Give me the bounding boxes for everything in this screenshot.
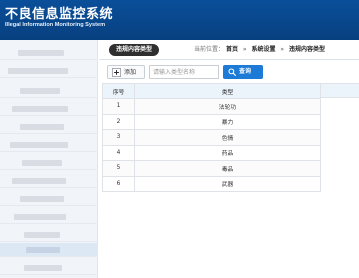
add-icon [112, 68, 121, 77]
table-row[interactable]: 1 法轮功 [102, 98, 321, 115]
sidebar-item[interactable] [0, 46, 98, 60]
sidebar-item-active[interactable] [0, 243, 98, 257]
cell-no: 5 [102, 160, 135, 177]
search-icon [228, 68, 236, 76]
cell-type: 武器 [134, 175, 321, 192]
app-title: 不良信息监控系统 [5, 7, 114, 22]
add-button[interactable]: 添加 [107, 65, 145, 79]
sidebar-item[interactable] [0, 210, 98, 224]
app-header: 不良信息监控系统 Illegal Information Monitoring … [0, 0, 359, 40]
table-row[interactable]: 3 色情 [102, 129, 321, 146]
table-header-extension [321, 83, 359, 98]
breadcrumb-item-home[interactable]: 首页 [226, 46, 238, 53]
column-header-no: 序号 [102, 83, 135, 99]
breadcrumb-item-current: 违规内容类型 [289, 46, 326, 53]
sidebar-item[interactable] [0, 174, 98, 188]
sidebar-item[interactable] [0, 84, 98, 98]
sidebar-item[interactable] [0, 192, 98, 206]
breadcrumb-prefix: 当前位置： [194, 46, 225, 53]
sidebar-item[interactable] [0, 138, 98, 152]
column-header-type: 类型 [134, 83, 321, 99]
sidebar-item[interactable] [0, 261, 98, 275]
cell-type: 法轮功 [134, 98, 321, 115]
table-row[interactable]: 2 暴力 [102, 113, 321, 130]
cell-no: 3 [102, 129, 135, 146]
add-button-label: 添加 [124, 69, 137, 76]
breadcrumb-separator: » [242, 46, 247, 53]
cell-no: 4 [102, 144, 135, 161]
cell-type: 药品 [134, 144, 321, 161]
table-row[interactable]: 4 药品 [102, 144, 321, 161]
sidebar-item[interactable] [0, 228, 98, 242]
current-tab[interactable]: 违规内容类型 [109, 44, 160, 56]
sidebar-item[interactable] [0, 156, 98, 170]
search-button[interactable]: 查询 [223, 65, 263, 79]
table-header-row: 序号 类型 [102, 83, 321, 99]
search-button-label: 查询 [239, 68, 252, 75]
cell-no: 2 [102, 113, 135, 130]
breadcrumb-bar: 违规内容类型 当前位置： 首页 » 系统设置 » 违规内容类型 [99, 40, 359, 60]
table-row[interactable]: 5 毒品 [102, 160, 321, 177]
sidebar [0, 40, 98, 278]
breadcrumb: 当前位置： 首页 » 系统设置 » 违规内容类型 [194, 44, 325, 56]
table-row[interactable]: 6 武器 [102, 175, 321, 192]
app-subtitle: Illegal Information Monitoring System [5, 22, 106, 28]
sidebar-item[interactable] [0, 120, 98, 134]
sidebar-item[interactable] [0, 64, 98, 78]
breadcrumb-separator: » [280, 46, 285, 53]
breadcrumb-item-settings[interactable]: 系统设置 [251, 46, 275, 53]
content-type-table: 序号 类型 1 法轮功 2 暴力 3 色情 4 药品 5 毒品 6 武器 [102, 83, 321, 192]
cell-no: 1 [102, 98, 135, 115]
toolbar: 添加 查询 [99, 61, 359, 83]
cell-type: 毒品 [134, 160, 321, 177]
cell-type: 色情 [134, 129, 321, 146]
sidebar-item[interactable] [0, 102, 98, 116]
type-name-search-input[interactable] [149, 65, 219, 79]
cell-no: 6 [102, 175, 135, 192]
cell-type: 暴力 [134, 113, 321, 130]
